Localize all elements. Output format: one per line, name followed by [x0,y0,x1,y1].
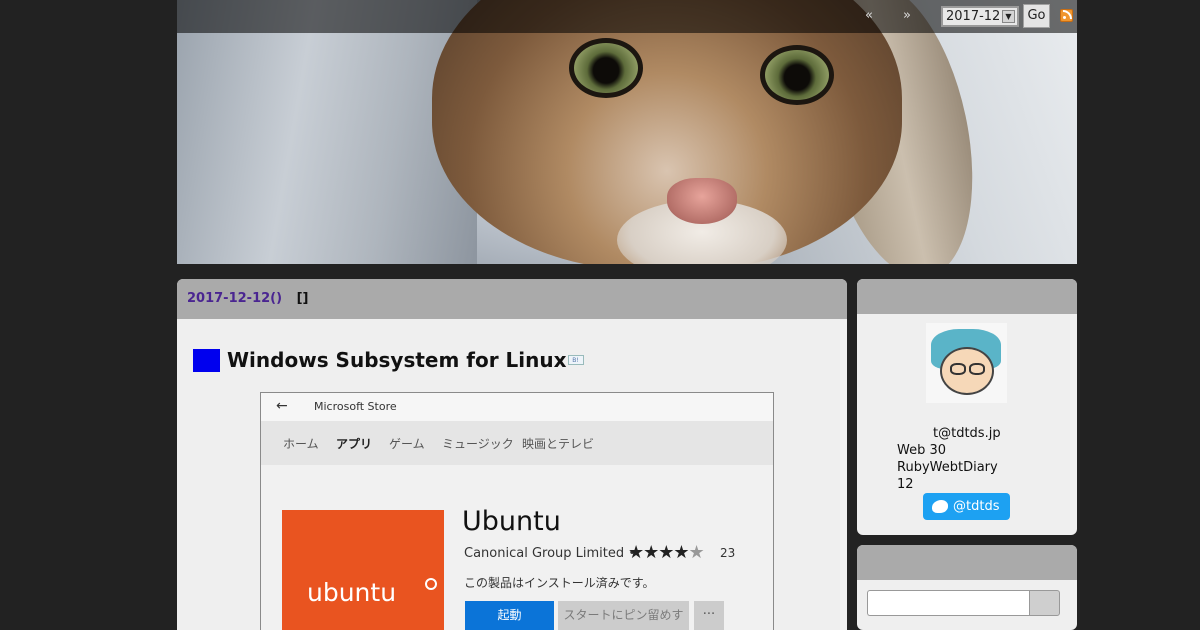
twitter-bird-icon [932,500,948,513]
app-publisher: Canonical Group Limited • [464,546,636,561]
entry-date-link[interactable]: 2017-12-12() [187,291,282,306]
go-button[interactable]: Go [1023,4,1050,28]
prev-month-link[interactable]: « [865,8,873,23]
profile-email: t@tdtds.jp [933,426,1001,441]
back-arrow-icon: ← [276,398,288,414]
rating-count: 23 [720,546,736,560]
month-select-value: 2017-12 [946,9,1001,24]
search-button[interactable] [1029,590,1060,616]
ubuntu-logo-icon [425,578,437,590]
profile-line-ruby: RubyWebtDiary [897,460,998,475]
twitter-follow-button[interactable]: @tdtds [923,493,1010,520]
cat-eye-left [569,38,643,98]
ubuntu-tile-text: ubuntu [307,578,397,607]
launch-button: 起動 [465,601,554,630]
store-tab-movies: 映画とテレビ [522,437,595,451]
store-window-title: Microsoft Store [314,400,397,413]
sidebar-search-panel [857,545,1077,630]
rss-icon[interactable] [1060,9,1073,22]
cat-eye-right [760,45,834,105]
section-heading: Windows Subsystem for Linux B! [193,348,584,372]
app-name: Ubuntu [462,506,561,537]
twitter-handle: @tdtds [953,499,1000,514]
sidebar-search-header [857,545,1077,580]
store-screenshot-image: ← Microsoft Store ホーム アプリ ゲーム ミュージック 映画と… [260,392,774,630]
header-banner-image [177,0,1077,264]
rating-stars-icon: ★★★★★ [628,542,705,563]
profile-line-years: 12 [897,477,914,492]
more-options-button: ··· [694,601,724,630]
store-tab-bar: ホーム アプリ ゲーム ミュージック 映画とテレビ [261,421,773,465]
bookmark-icon[interactable]: B! [567,355,584,365]
month-select[interactable]: 2017-12 ▼ [941,6,1019,27]
section-title: Windows Subsystem for Linux [227,348,567,372]
entry-category: [] [296,291,309,306]
day-header: 2017-12-12() [] [177,279,847,319]
ubuntu-app-tile: ubuntu [282,510,444,630]
avatar [926,323,1007,403]
section-anchor-mark[interactable] [193,348,220,372]
pin-to-start-button: スタートにピン留めする [558,601,689,630]
store-tab-games: ゲーム [389,437,425,451]
store-title-bar: ← Microsoft Store [261,393,773,421]
store-tab-home: ホーム [283,437,319,451]
next-month-link[interactable]: » [903,8,911,23]
installed-note: この製品はインストール済みです。 [464,576,655,590]
sidebar-profile-header [857,279,1077,314]
store-tab-music: ミュージック [442,437,514,451]
profile-line-web: Web 30 [897,443,947,458]
chevron-down-icon: ▼ [1002,10,1015,23]
cat-nose [667,178,737,224]
search-input[interactable] [867,590,1029,616]
sidebar-profile-panel: t@tdtds.jp Web 30 RubyWebtDiary 12 @tdtd… [857,279,1077,535]
diary-entry: 2017-12-12() [] Windows Subsystem for Li… [177,279,847,630]
store-tab-apps: アプリ [336,437,373,451]
